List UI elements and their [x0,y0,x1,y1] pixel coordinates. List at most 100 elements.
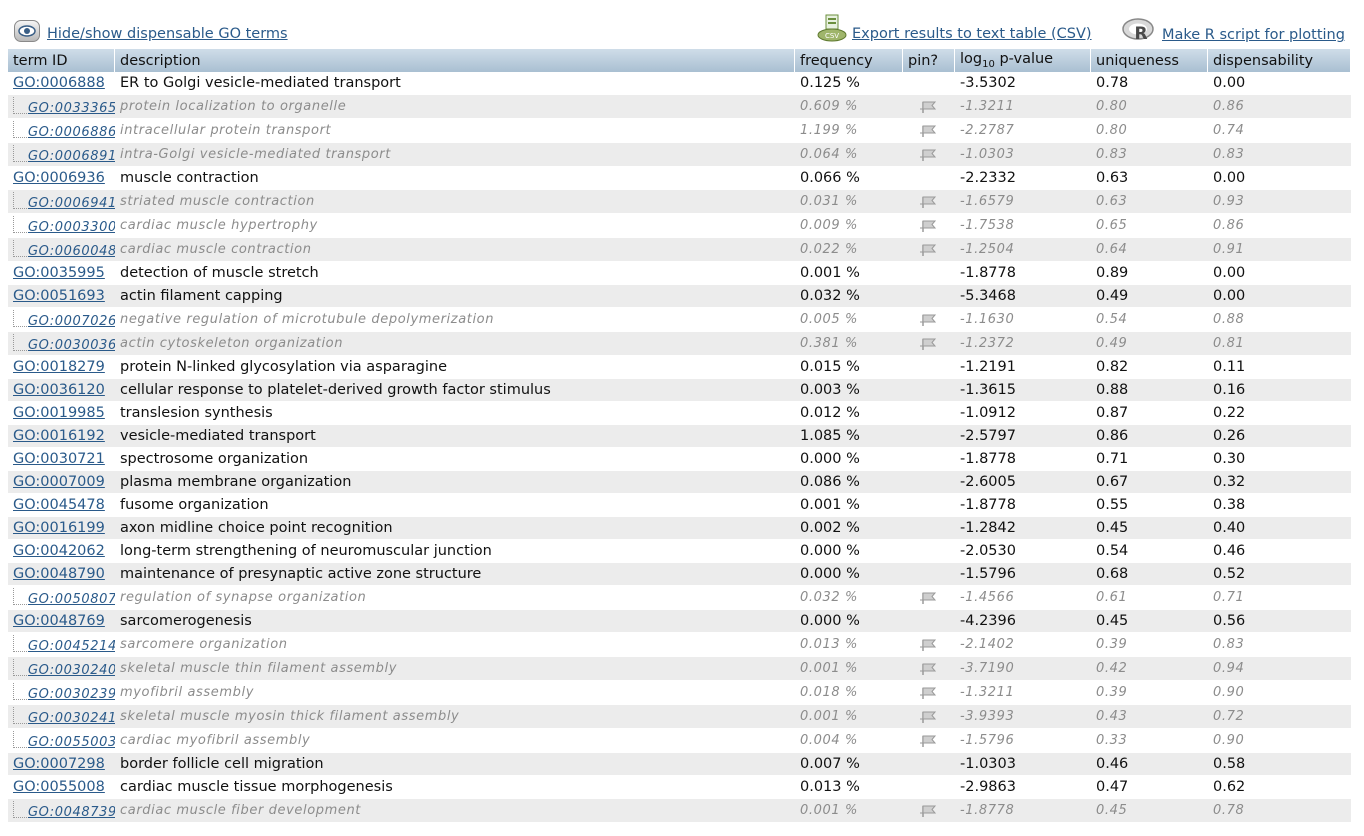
term-id-cell: GO:0035995 [8,262,115,285]
r-script-control[interactable]: R Make R script for plotting [1122,17,1345,43]
pin-cell [903,563,955,586]
table-row: GO:0042062 long-term strengthening of neu… [8,540,1351,563]
term-id-link[interactable]: GO:0050807 [28,592,115,607]
col-header-uniqueness[interactable]: uniqueness [1091,49,1208,72]
pin-cell[interactable] [903,586,955,610]
term-id-link[interactable]: GO:0055008 [13,779,105,795]
csv-file-icon[interactable]: CSV [816,14,848,42]
term-id-link[interactable]: GO:0019985 [13,405,105,421]
term-id-link[interactable]: GO:0007298 [13,756,105,772]
col-header-pvalue[interactable]: log10 p-value [955,49,1091,72]
pin-flag-icon[interactable] [920,804,938,818]
term-id-link[interactable]: GO:0035995 [13,265,105,281]
pin-cell[interactable] [903,214,955,238]
pin-cell[interactable] [903,681,955,705]
term-id-link[interactable]: GO:0007009 [13,474,105,490]
hide-show-dispensable-link[interactable]: Hide/show dispensable GO terms [47,26,288,42]
pin-flag-icon[interactable] [920,219,938,233]
term-id-link[interactable]: GO:0036120 [13,382,105,398]
pin-flag-icon[interactable] [920,124,938,138]
pin-flag-icon[interactable] [920,337,938,351]
pin-flag-icon[interactable] [920,313,938,327]
term-id-link[interactable]: GO:0006888 [13,75,105,91]
term-id-link[interactable]: GO:0006886 [28,125,115,140]
pin-cell[interactable] [903,238,955,262]
pin-cell[interactable] [903,190,955,214]
col-header-description[interactable]: description [115,49,795,72]
pin-flag-icon[interactable] [920,148,938,162]
term-id-link[interactable]: GO:0006891 [28,149,115,164]
term-id-link[interactable]: GO:0007026 [28,314,115,329]
pin-cell[interactable] [903,119,955,143]
frequency-cell: 0.001 % [795,705,903,729]
svg-text:R: R [1134,24,1147,43]
term-id-link[interactable]: GO:0030721 [13,451,105,467]
table-row: GO:0018279 protein N-linked glycosylation… [8,356,1351,379]
pin-flag-icon[interactable] [920,195,938,209]
frequency-cell: 0.032 % [795,586,903,610]
term-id-link[interactable]: GO:0016199 [13,520,105,536]
term-id-link[interactable]: GO:0042062 [13,543,105,559]
term-id-link[interactable]: GO:0060048 [28,244,115,259]
term-id-link[interactable]: GO:0030036 [28,338,115,353]
term-id-link[interactable]: GO:0030240 [28,663,115,678]
tree-connector [13,310,27,327]
r-logo-icon[interactable]: R [1122,17,1156,43]
pin-flag-icon[interactable] [920,710,938,724]
term-id-link[interactable]: GO:0030241 [28,711,115,726]
pin-cell[interactable] [903,633,955,657]
term-id-link[interactable]: GO:0048739 [28,805,115,820]
pin-flag-icon[interactable] [920,243,938,257]
make-r-script-link[interactable]: Make R script for plotting [1162,27,1345,43]
term-id-cell: GO:0055008 [8,776,115,799]
pin-cell[interactable] [903,332,955,356]
pin-cell[interactable] [903,308,955,332]
term-id-link[interactable]: GO:0030239 [28,687,115,702]
uniqueness-cell: 0.71 [1091,448,1208,471]
pin-flag-icon[interactable] [920,734,938,748]
description-cell: translesion synthesis [115,402,795,425]
description-cell: ER to Golgi vesicle-mediated transport [115,72,795,95]
pin-cell [903,379,955,402]
eye-icon[interactable] [14,20,40,42]
pin-flag-icon[interactable] [920,100,938,114]
pin-flag-icon[interactable] [920,591,938,605]
description-cell: cardiac muscle contraction [115,238,795,262]
pin-cell[interactable] [903,143,955,167]
pin-cell[interactable] [903,799,955,823]
pin-cell[interactable] [903,657,955,681]
dispensability-cell: 0.52 [1208,563,1351,586]
hide-show-control[interactable]: Hide/show dispensable GO terms [14,20,288,42]
pin-cell[interactable] [903,705,955,729]
pin-cell[interactable] [903,729,955,753]
term-id-link[interactable]: GO:0048769 [13,613,105,629]
term-id-link[interactable]: GO:0048790 [13,566,105,582]
uniqueness-cell: 0.42 [1091,657,1208,681]
pin-flag-icon[interactable] [920,662,938,676]
pin-cell[interactable] [903,95,955,119]
term-id-link[interactable]: GO:0003300 [28,220,115,235]
term-id-link[interactable]: GO:0018279 [13,359,105,375]
col-header-dispensability[interactable]: dispensability [1208,49,1351,72]
term-id-link[interactable]: GO:0055003 [28,735,115,750]
export-csv-control[interactable]: CSV Export results to text table (CSV) [816,14,1092,42]
pin-flag-icon[interactable] [920,638,938,652]
term-id-link[interactable]: GO:0006941 [28,196,115,211]
col-header-frequency[interactable]: frequency [795,49,903,72]
term-id-link[interactable]: GO:0045478 [13,497,105,513]
term-id-link[interactable]: GO:0051693 [13,288,105,304]
pvalue-cell: -3.7190 [955,657,1091,681]
term-id-link[interactable]: GO:0006936 [13,170,105,186]
frequency-cell: 0.000 % [795,610,903,633]
description-cell: fusome organization [115,494,795,517]
pin-flag-icon[interactable] [920,686,938,700]
dispensability-cell: 0.90 [1208,681,1351,705]
term-id-link[interactable]: GO:0033365 [28,101,115,116]
col-header-term-id[interactable]: term ID [8,49,115,72]
col-header-pin[interactable]: pin? [903,49,955,72]
description-cell: cardiac muscle hypertrophy [115,214,795,238]
term-id-link[interactable]: GO:0045214 [28,639,115,654]
table-row-dispensable: GO:0033365 protein localization to organe… [8,95,1351,119]
term-id-link[interactable]: GO:0016192 [13,428,105,444]
export-csv-link[interactable]: Export results to text table (CSV) [852,26,1092,42]
